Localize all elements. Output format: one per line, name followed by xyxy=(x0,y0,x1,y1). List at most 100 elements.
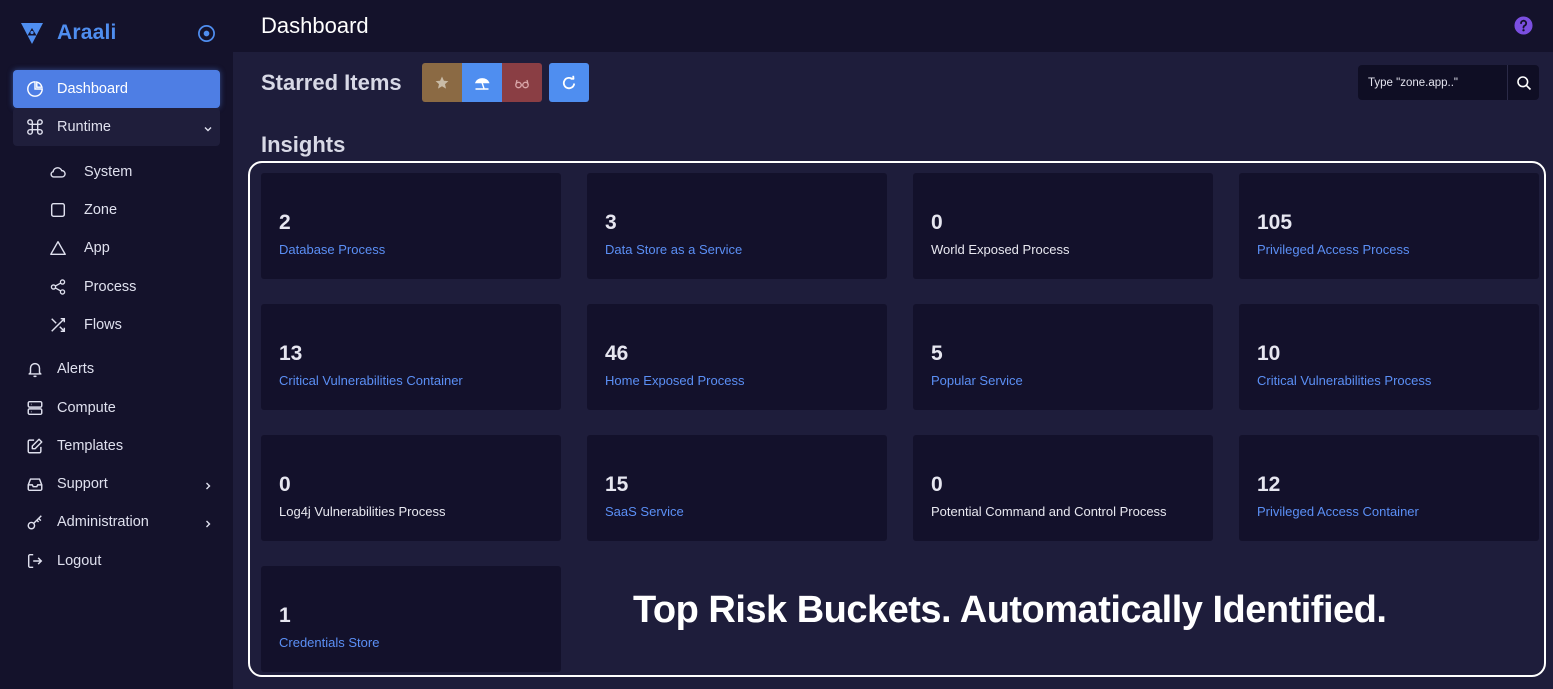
insight-card-critical-vuln-process[interactable]: 10 Critical Vulnerabilities Process xyxy=(1239,304,1539,410)
square-icon xyxy=(48,200,68,220)
sidebar-item-support[interactable]: Support xyxy=(13,465,220,503)
card-label[interactable]: Popular Service xyxy=(931,373,1023,388)
refresh-icon xyxy=(561,75,577,91)
sidebar: Araali Dashboard Runtime System Zone App… xyxy=(0,0,233,689)
sidebar-item-dashboard[interactable]: Dashboard xyxy=(13,70,220,108)
insight-card-log4j-vuln-process[interactable]: 0 Log4j Vulnerabilities Process xyxy=(261,435,561,541)
sidebar-item-label: Zone xyxy=(84,202,118,218)
sidebar-item-label: Runtime xyxy=(57,119,111,135)
insight-card-home-exposed-process[interactable]: 46 Home Exposed Process xyxy=(587,304,887,410)
card-value: 13 xyxy=(279,342,303,365)
server-icon xyxy=(25,398,45,418)
card-label: Log4j Vulnerabilities Process xyxy=(279,504,446,519)
page-title: Dashboard xyxy=(261,13,369,38)
help-icon[interactable] xyxy=(1514,16,1533,35)
top-bar: Dashboard xyxy=(233,0,1553,52)
key-icon xyxy=(25,512,45,532)
target-icon[interactable] xyxy=(197,24,216,43)
insights-title: Insights xyxy=(261,132,346,157)
insight-card-database-process[interactable]: 2 Database Process xyxy=(261,173,561,279)
sidebar-item-alerts[interactable]: Alerts xyxy=(13,350,220,388)
card-label[interactable]: Critical Vulnerabilities Container xyxy=(279,373,463,388)
app-root: Araali Dashboard Runtime System Zone App… xyxy=(0,0,1553,689)
star-icon xyxy=(434,75,450,91)
share-icon xyxy=(48,277,68,297)
inbox-icon xyxy=(25,474,45,494)
search-button[interactable] xyxy=(1508,65,1539,100)
card-value: 1 xyxy=(279,604,291,627)
search-icon xyxy=(1516,75,1532,91)
card-label[interactable]: Critical Vulnerabilities Process xyxy=(1257,373,1431,388)
brand-name: Araali xyxy=(57,21,117,44)
sidebar-item-label: Process xyxy=(84,279,137,295)
card-value: 10 xyxy=(1257,342,1281,365)
card-value: 2 xyxy=(279,211,291,234)
sidebar-item-label: Logout xyxy=(57,553,102,569)
card-value: 12 xyxy=(1257,473,1281,496)
insight-card-data-store-service[interactable]: 3 Data Store as a Service xyxy=(587,173,887,279)
card-label[interactable]: SaaS Service xyxy=(605,504,684,519)
chevron-down-icon xyxy=(202,120,214,132)
edit-icon xyxy=(25,436,45,456)
shuffle-icon xyxy=(48,315,68,335)
card-label[interactable]: Database Process xyxy=(279,242,385,257)
card-label[interactable]: Privileged Access Process xyxy=(1257,242,1409,257)
sidebar-item-label: System xyxy=(84,164,133,180)
star-button[interactable] xyxy=(422,63,462,102)
sidebar-item-templates[interactable]: Templates xyxy=(13,427,220,465)
sidebar-item-app[interactable]: App xyxy=(13,229,220,267)
card-value: 46 xyxy=(605,342,629,365)
sidebar-item-logout[interactable]: Logout xyxy=(13,542,220,580)
command-icon xyxy=(25,117,45,137)
sidebar-item-compute[interactable]: Compute xyxy=(13,389,220,427)
card-label: Potential Command and Control Process xyxy=(931,504,1167,519)
card-value: 0 xyxy=(279,473,291,496)
card-label: World Exposed Process xyxy=(931,242,1070,257)
sidebar-item-zone[interactable]: Zone xyxy=(13,191,220,229)
insight-card-privileged-access-process[interactable]: 105 Privileged Access Process xyxy=(1239,173,1539,279)
sidebar-item-runtime[interactable]: Runtime xyxy=(13,108,220,146)
sidebar-item-label: Compute xyxy=(57,400,116,416)
card-label[interactable]: Home Exposed Process xyxy=(605,373,744,388)
insight-card-saas-service[interactable]: 15 SaaS Service xyxy=(587,435,887,541)
sidebar-item-label: Flows xyxy=(84,317,122,333)
insight-card-critical-vuln-container[interactable]: 13 Critical Vulnerabilities Container xyxy=(261,304,561,410)
insight-card-world-exposed-process[interactable]: 0 World Exposed Process xyxy=(913,173,1213,279)
sidebar-item-label: Dashboard xyxy=(57,81,128,97)
glasses-button[interactable] xyxy=(502,63,542,102)
sidebar-item-label: Administration xyxy=(57,514,149,530)
sidebar-item-process[interactable]: Process xyxy=(13,268,220,306)
insight-card-credentials-store[interactable]: 1 Credentials Store xyxy=(261,566,561,672)
chevron-right-icon xyxy=(202,477,214,490)
card-value: 0 xyxy=(931,211,943,234)
card-value: 3 xyxy=(605,211,617,234)
sidebar-item-flows[interactable]: Flows xyxy=(13,306,220,344)
beach-umbrella-button[interactable] xyxy=(462,63,502,102)
sidebar-item-system[interactable]: System xyxy=(13,153,220,191)
sidebar-item-label: Templates xyxy=(57,438,124,454)
chevron-right-icon xyxy=(202,515,214,528)
starred-items-title: Starred Items xyxy=(261,70,402,95)
sidebar-item-label: App xyxy=(84,240,110,256)
main-content: Dashboard Starred Items Type "zone.app..… xyxy=(233,0,1553,689)
glasses-icon xyxy=(514,75,530,91)
bell-icon xyxy=(25,359,45,379)
sidebar-item-label: Support xyxy=(57,476,108,492)
card-value: 15 xyxy=(605,473,629,496)
sidebar-item-administration[interactable]: Administration xyxy=(13,503,220,541)
araali-logo-icon xyxy=(19,20,45,46)
insight-card-privileged-access-container[interactable]: 12 Privileged Access Container xyxy=(1239,435,1539,541)
beach-umbrella-icon xyxy=(474,75,490,91)
card-value: 105 xyxy=(1257,211,1293,234)
insight-card-popular-service[interactable]: 5 Popular Service xyxy=(913,304,1213,410)
card-label[interactable]: Credentials Store xyxy=(279,635,379,650)
card-value: 0 xyxy=(931,473,943,496)
card-value: 5 xyxy=(931,342,943,365)
insight-card-command-control-process[interactable]: 0 Potential Command and Control Process xyxy=(913,435,1213,541)
logout-icon xyxy=(25,551,45,571)
search-input[interactable] xyxy=(1358,65,1508,100)
card-label[interactable]: Privileged Access Container xyxy=(1257,504,1419,519)
refresh-button[interactable] xyxy=(549,63,589,102)
card-label[interactable]: Data Store as a Service xyxy=(605,242,742,257)
cloud-icon xyxy=(48,162,68,182)
